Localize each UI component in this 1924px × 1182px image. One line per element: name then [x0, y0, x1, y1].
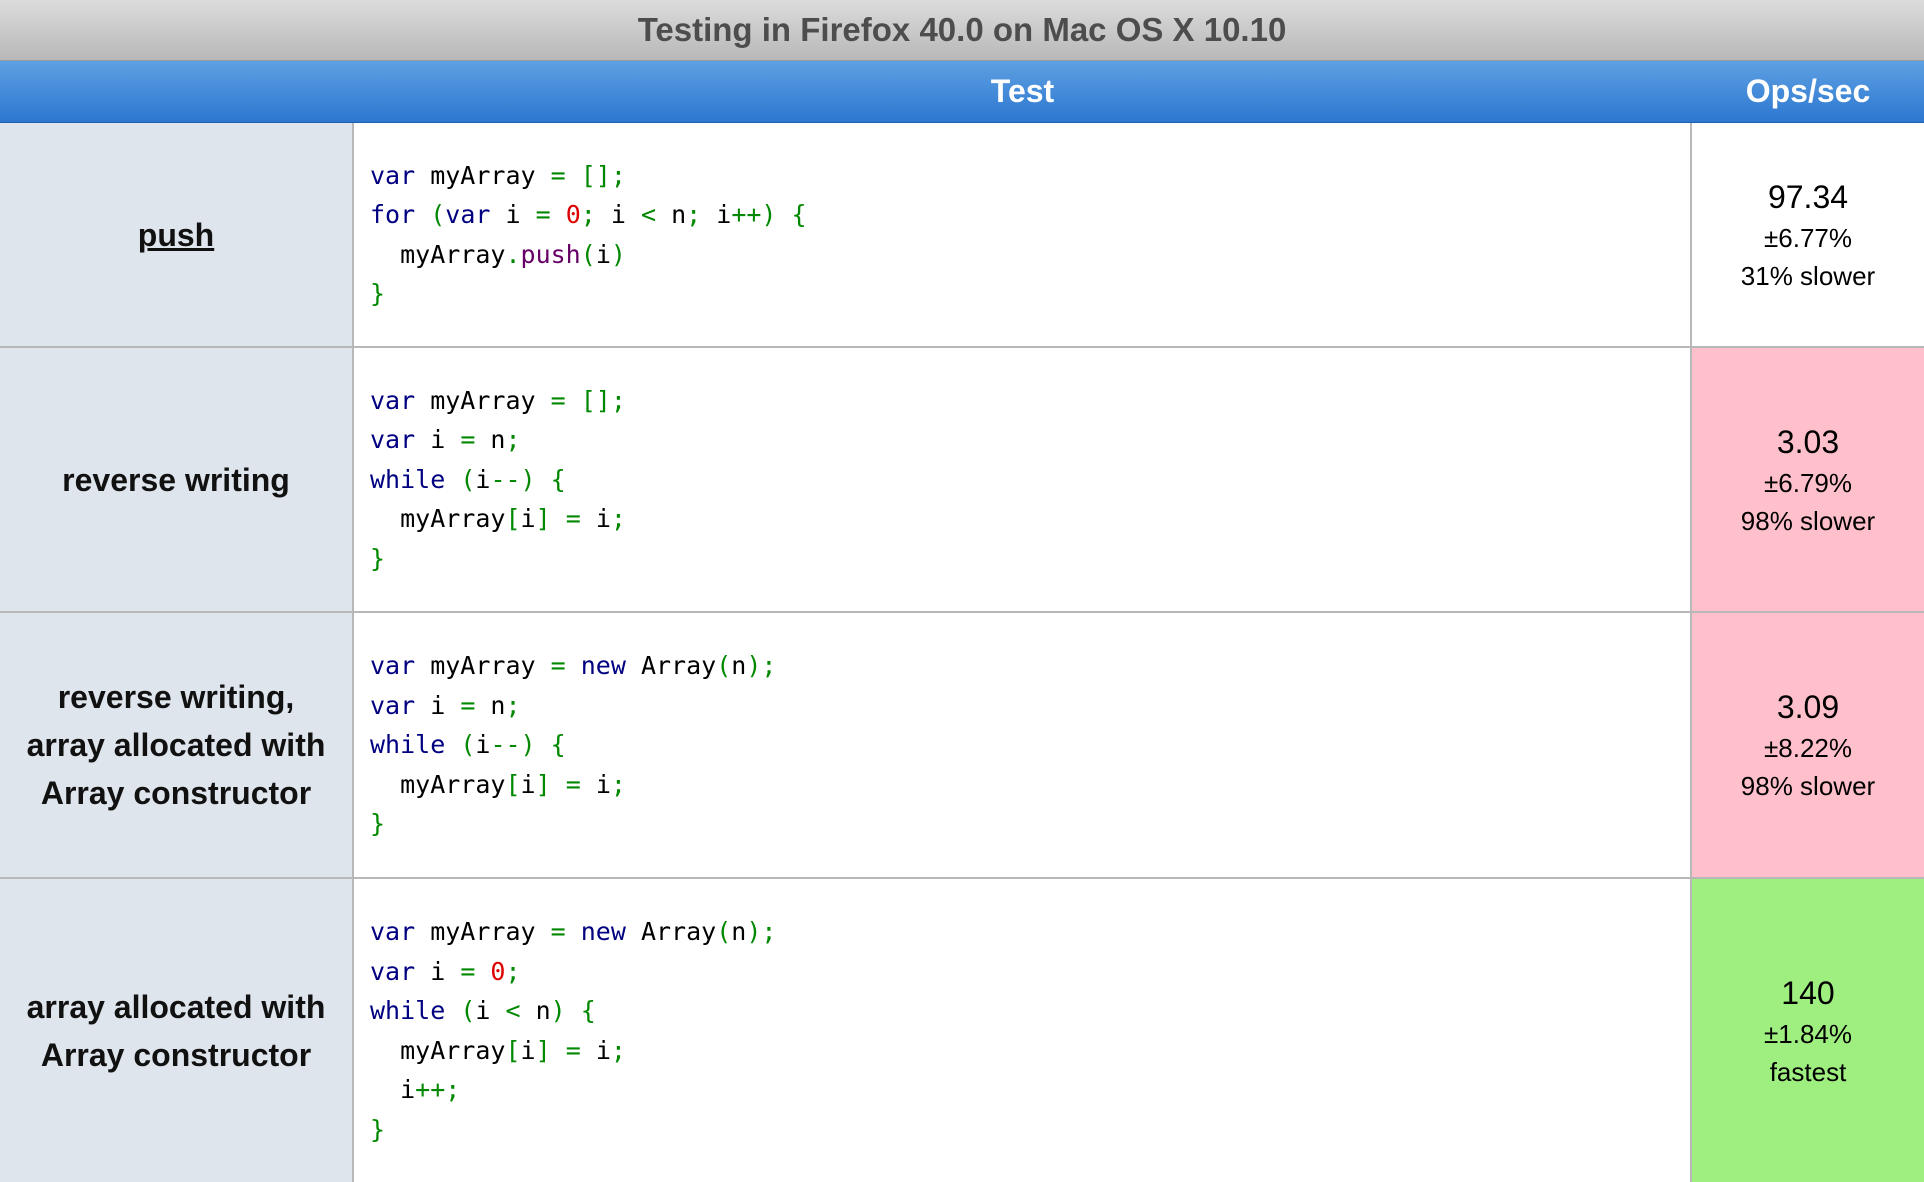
table-row: reverse writing, array allocated with Arra… — [0, 613, 1924, 879]
test-code-cell: var myArray = []; var i = n; while (i--)… — [354, 348, 1692, 611]
table-row: push var myArray = []; for (var i = 0; i… — [0, 123, 1924, 348]
ops-relative: 98% slower — [1740, 771, 1876, 801]
test-title-cell: push — [0, 123, 354, 346]
ops-error-margin: ±6.79% — [1764, 467, 1852, 498]
test-title: array allocated with Array constructor — [26, 988, 326, 1073]
ops-error-margin: ±6.77% — [1764, 222, 1852, 253]
code-snippet: var myArray = []; for (var i = 0; i < n;… — [370, 160, 807, 309]
test-title-cell: array allocated with Array constructor — [0, 879, 354, 1182]
ops-relative: 31% slower — [1740, 260, 1876, 291]
test-code-cell: var myArray = []; for (var i = 0; i < n;… — [354, 123, 1692, 346]
test-code-cell: var myArray = new Array(n); var i = n; w… — [354, 613, 1692, 877]
ops-value: 3.03 — [1776, 423, 1840, 460]
ops-relative: 98% slower — [1740, 505, 1876, 536]
ops-result-cell: 3.03 ±6.79% 98% slower — [1692, 348, 1924, 611]
code-snippet: var myArray = new Array(n); var i = 0; w… — [370, 917, 777, 1144]
table-row: array allocated with Array constructor va… — [0, 879, 1924, 1182]
ops-result-cell: 3.09 ±8.22% 98% slower — [1692, 613, 1924, 877]
test-title: reverse writing — [62, 461, 290, 498]
header-test: Test — [990, 73, 1055, 109]
ops-relative: fastest — [1769, 1056, 1847, 1087]
benchmark-results-page: Testing in Firefox 40.0 on Mac OS X 10.1… — [0, 0, 1924, 1182]
table-row: reverse writing var myArray = []; var i … — [0, 348, 1924, 613]
ops-error-margin: ±8.22% — [1764, 733, 1852, 763]
code-snippet: var myArray = []; var i = n; while (i--)… — [370, 385, 626, 573]
ops-value: 3.09 — [1776, 689, 1840, 725]
test-title: reverse writing, array allocated with Arra… — [26, 679, 326, 811]
ops-value: 140 — [1781, 974, 1835, 1011]
results-title: Testing in Firefox 40.0 on Mac OS X 10.1… — [0, 0, 1924, 61]
test-title-cell: reverse writing — [0, 348, 354, 611]
header-ops-sec: Ops/sec — [1745, 73, 1871, 109]
code-snippet: var myArray = new Array(n); var i = n; w… — [370, 651, 777, 839]
table-header: Test Ops/sec — [0, 61, 1924, 123]
ops-result-cell: 97.34 ±6.77% 31% slower — [1692, 123, 1924, 346]
test-code-cell: var myArray = new Array(n); var i = 0; w… — [354, 879, 1692, 1182]
test-title-link-push[interactable]: push — [138, 211, 214, 259]
ops-error-margin: ±1.84% — [1764, 1018, 1852, 1049]
ops-value: 97.34 — [1767, 178, 1849, 215]
test-title-cell: reverse writing, array allocated with Arra… — [0, 613, 354, 877]
ops-result-cell: 140 ±1.84% fastest — [1692, 879, 1924, 1182]
